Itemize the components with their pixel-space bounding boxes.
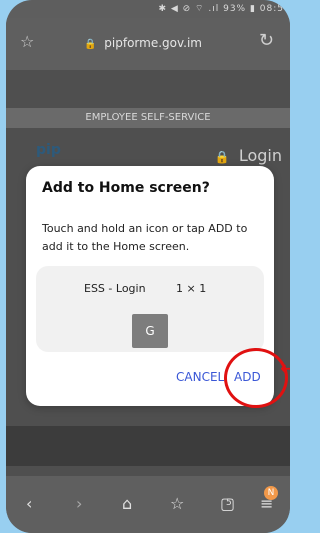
dialog-description: Touch and hold an icon or tap ADD to add… bbox=[42, 222, 248, 253]
status-icons: ✱ ◀ ⊘ ⌔ .ıl 93% ▮ 08:5 bbox=[158, 4, 284, 14]
ess-header: EMPLOYEE SELF-SERVICE bbox=[6, 108, 290, 128]
shortcut-name: ESS - Login bbox=[84, 282, 146, 295]
tabs-count: 5 bbox=[226, 498, 232, 508]
login-heading: 🔒 Login bbox=[215, 146, 282, 165]
shortcut-preview: ESS - Login 1 × 1 G bbox=[36, 266, 264, 352]
url-text[interactable]: 🔒 pipforme.gov.im bbox=[84, 36, 202, 50]
highlight-arrow-icon: ← bbox=[280, 356, 290, 380]
login-text: Login bbox=[238, 146, 282, 165]
dialog-title: Add to Home screen? bbox=[42, 180, 210, 196]
forward-icon[interactable]: › bbox=[76, 494, 82, 513]
shortcut-app-icon[interactable]: G bbox=[132, 314, 168, 348]
add-highlight-circle bbox=[224, 348, 288, 408]
url-value: pipforme.gov.im bbox=[104, 36, 202, 50]
page-bottom-strip bbox=[6, 426, 290, 466]
status-bar: ✱ ◀ ⊘ ⌔ .ıl 93% ▮ 08:5 bbox=[6, 0, 290, 18]
browser-bottom-nav: ‹ › ⌂ ☆ ▢ 5 ≡ N bbox=[6, 476, 290, 533]
lock-icon: 🔒 bbox=[84, 39, 97, 50]
pip-logo: pip bbox=[36, 142, 61, 158]
phone-frame: ✱ ◀ ⊘ ⌔ .ıl 93% ▮ 08:5 ☆ 🔒 pipforme.gov.… bbox=[6, 0, 290, 533]
notification-badge: N bbox=[264, 486, 278, 500]
shortcut-size: 1 × 1 bbox=[176, 282, 207, 295]
reload-icon[interactable]: ↻ bbox=[259, 30, 274, 51]
browser-url-bar: ☆ 🔒 pipforme.gov.im ↻ bbox=[6, 18, 290, 70]
bookmarks-icon[interactable]: ☆ bbox=[170, 494, 184, 513]
back-icon[interactable]: ‹ bbox=[26, 494, 32, 513]
star-icon[interactable]: ☆ bbox=[20, 32, 34, 51]
home-icon[interactable]: ⌂ bbox=[122, 494, 132, 513]
cancel-button[interactable]: CANCEL bbox=[176, 370, 224, 384]
login-lock-icon: 🔒 bbox=[214, 150, 230, 164]
